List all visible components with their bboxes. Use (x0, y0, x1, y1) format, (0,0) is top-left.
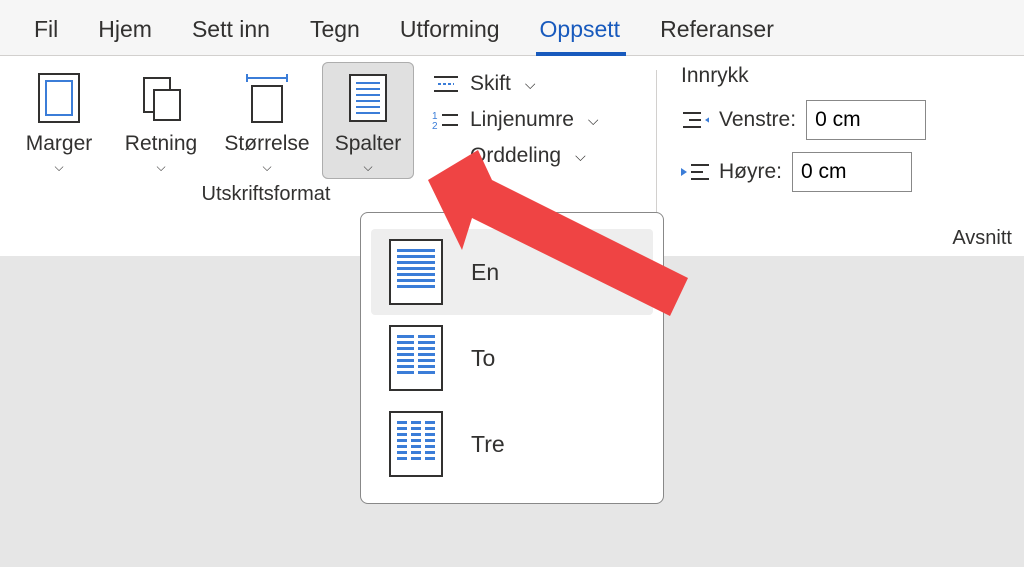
chevron-down-icon: ⌵ (156, 160, 165, 175)
columns-two-icon (389, 325, 443, 391)
columns-one-label: En (471, 259, 499, 286)
columns-two-label: To (471, 345, 495, 372)
size-icon (242, 70, 292, 126)
indent-right-row: Høyre: (681, 152, 1014, 192)
indent-title: Innrykk (681, 64, 1014, 88)
margins-button[interactable]: Marger ⌵ (8, 62, 110, 179)
chevron-down-icon: ⌵ (54, 160, 63, 175)
chevron-down-icon: ⌵ (363, 160, 372, 175)
orientation-label: Retning (125, 132, 197, 156)
columns-two[interactable]: To (371, 315, 653, 401)
margins-label: Marger (26, 132, 93, 156)
page-setup-row: Marger ⌵ Retning ⌵ Størrelse ⌵ (8, 62, 644, 179)
columns-three-label: Tre (471, 431, 505, 458)
breaks-button[interactable]: Skift ⌵ (432, 72, 638, 96)
indent-right-input[interactable] (792, 152, 912, 192)
size-label: Størrelse (224, 132, 309, 156)
columns-one[interactable]: En (371, 229, 653, 315)
columns-one-icon (389, 239, 443, 305)
chevron-down-icon: ⌵ (588, 112, 599, 129)
hyphenation-button[interactable]: Orddeling ⌵ (432, 144, 638, 168)
group-divider (656, 70, 657, 218)
breaks-icon (432, 73, 460, 95)
columns-icon (348, 70, 388, 126)
line-numbers-button[interactable]: 12 Linjenumre ⌵ (432, 108, 638, 132)
page-setup-smallstack: Skift ⌵ 12 Linjenumre ⌵ Orddeling ⌵ (414, 62, 644, 172)
columns-three[interactable]: Tre (371, 401, 653, 487)
columns-label: Spalter (335, 132, 402, 156)
breaks-label: Skift (470, 72, 511, 96)
chevron-down-icon: ⌵ (262, 160, 271, 175)
line-numbers-label: Linjenumre (470, 108, 574, 132)
indent-left-row: Venstre: (681, 100, 1014, 140)
orientation-icon (138, 70, 184, 126)
tab-referanser[interactable]: Referanser (640, 6, 794, 55)
tab-oppsett[interactable]: Oppsett (520, 6, 641, 55)
hyphenation-label: Orddeling (470, 144, 561, 168)
chevron-down-icon: ⌵ (575, 148, 586, 165)
indent-left-input[interactable] (806, 100, 926, 140)
paragraph-group-label: Avsnitt (952, 227, 1012, 250)
size-button[interactable]: Størrelse ⌵ (212, 62, 322, 179)
tab-bar: Fil Hjem Sett inn Tegn Utforming Oppsett… (0, 0, 1024, 56)
svg-text:2: 2 (432, 121, 438, 131)
paragraph-group: Innrykk Venstre: Høyre: Avsnitt (661, 56, 1024, 256)
orientation-button[interactable]: Retning ⌵ (110, 62, 212, 179)
columns-button[interactable]: Spalter ⌵ (322, 62, 414, 179)
indent-left-icon (681, 109, 709, 131)
indent-right-icon (681, 161, 709, 183)
columns-menu: En To Tre (360, 212, 664, 504)
tab-settinn[interactable]: Sett inn (172, 6, 290, 55)
tab-fil[interactable]: Fil (14, 6, 78, 55)
tab-utforming[interactable]: Utforming (380, 6, 520, 55)
tab-hjem[interactable]: Hjem (78, 6, 172, 55)
tab-tegn[interactable]: Tegn (290, 6, 380, 55)
margins-icon (37, 70, 81, 126)
indent-left-label: Venstre: (719, 108, 796, 132)
page-setup-group-label: Utskriftsformat (202, 183, 331, 206)
indent-right-label: Høyre: (719, 160, 782, 184)
line-numbers-icon: 12 (432, 109, 460, 131)
chevron-down-icon: ⌵ (525, 76, 536, 93)
columns-three-icon (389, 411, 443, 477)
